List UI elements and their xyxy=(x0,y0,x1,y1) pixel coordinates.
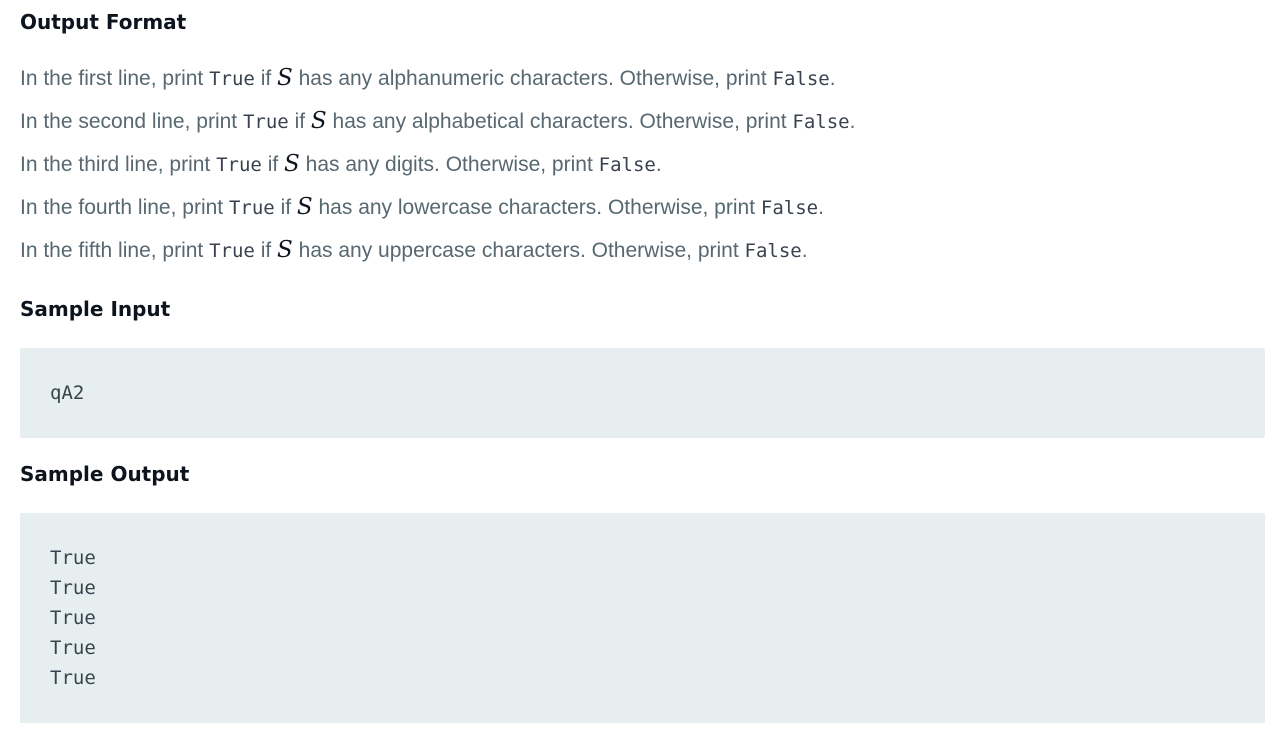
line-text: if xyxy=(288,110,311,133)
sample-output-code: True True True True True xyxy=(50,513,1265,693)
line-text: . xyxy=(801,239,808,262)
line-text: if xyxy=(261,153,285,176)
sample-input-code: qA2 xyxy=(50,382,85,404)
variable-s: S xyxy=(277,237,293,263)
sample-input-box[interactable]: qA2 xyxy=(20,348,1265,438)
line-text: In the third line, print xyxy=(20,153,217,176)
line-text: has any lowercase characters. Otherwise,… xyxy=(312,196,761,219)
output-line-2: In the second line, print True if S has … xyxy=(20,110,855,133)
output-line-1: In the first line, print True if S has a… xyxy=(20,67,836,90)
line-text: In the second line, print xyxy=(20,110,243,133)
line-text: In the fifth line, print xyxy=(20,239,210,262)
variable-s: S xyxy=(277,65,293,91)
false-code: False xyxy=(598,154,656,176)
line-text: . xyxy=(829,67,836,90)
false-code: False xyxy=(772,68,830,90)
variable-s: S xyxy=(296,194,313,220)
line-text: . xyxy=(655,153,662,176)
sample-output-line: True xyxy=(50,637,96,659)
true-code: True xyxy=(209,240,255,262)
line-text: has any alphabetical characters. Otherwi… xyxy=(326,110,793,133)
sample-output-line: True xyxy=(50,547,96,569)
true-code: True xyxy=(209,68,255,90)
line-text: if xyxy=(254,239,278,262)
true-code: True xyxy=(242,111,289,133)
output-line-4: In the fourth line, print True if S has … xyxy=(20,196,824,219)
output-line-5: In the fifth line, print True if S has a… xyxy=(20,239,808,262)
line-text: if xyxy=(274,196,297,219)
sample-output-box[interactable]: True True True True True xyxy=(20,513,1265,723)
false-code: False xyxy=(760,197,819,219)
true-code: True xyxy=(228,197,275,219)
true-code: True xyxy=(216,154,262,176)
sample-output-line: True xyxy=(50,607,96,629)
sample-output-heading: Sample Output xyxy=(20,462,190,486)
line-text: . xyxy=(849,110,856,133)
sample-output-line: True xyxy=(50,577,96,599)
sample-output-line: True xyxy=(50,667,96,689)
line-text: In the fourth line, print xyxy=(20,196,229,219)
variable-s: S xyxy=(310,108,327,134)
line-text: has any uppercase characters. Otherwise,… xyxy=(292,239,745,262)
line-text: has any digits. Otherwise, print xyxy=(299,153,599,176)
output-format-heading: Output Format xyxy=(20,10,187,34)
false-code: False xyxy=(744,240,802,262)
sample-input-heading: Sample Input xyxy=(20,297,171,321)
false-code: False xyxy=(792,111,850,133)
output-line-3: In the third line, print True if S has a… xyxy=(20,153,662,176)
line-text: In the first line, print xyxy=(20,67,210,90)
variable-s: S xyxy=(284,151,300,177)
line-text: . xyxy=(818,196,824,219)
line-text: if xyxy=(254,67,278,90)
line-text: has any alphanumeric characters. Otherwi… xyxy=(292,67,773,90)
